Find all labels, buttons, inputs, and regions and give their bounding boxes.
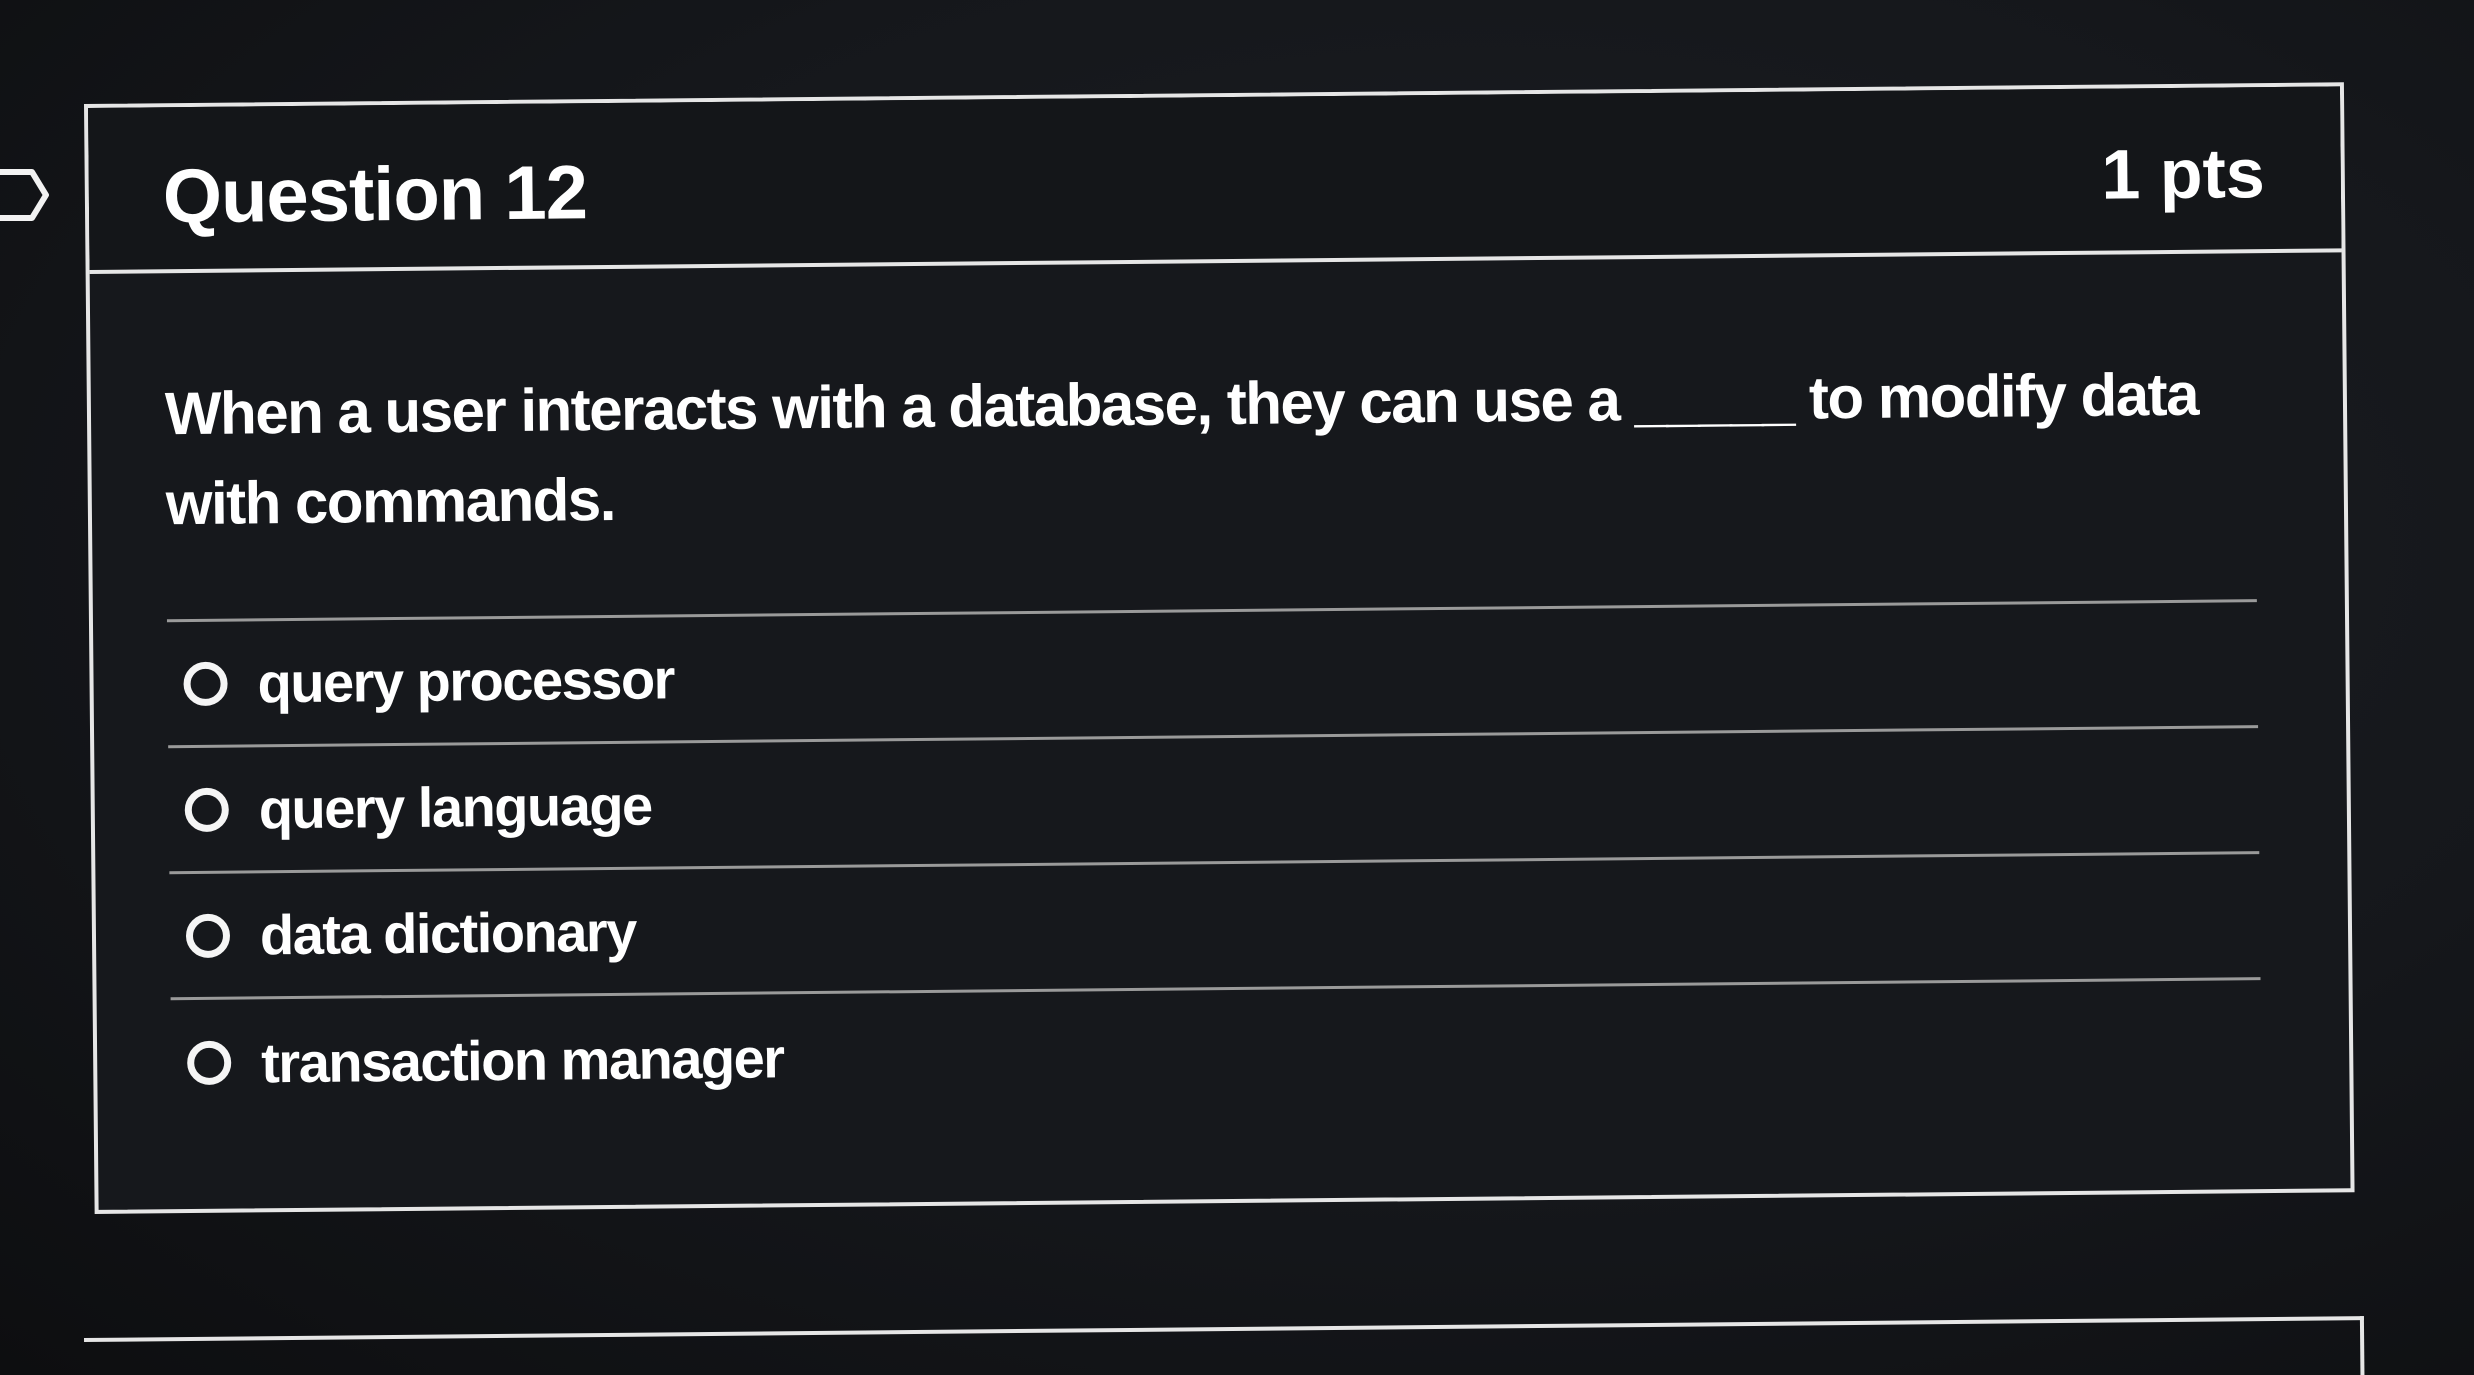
answer-option-transaction-manager[interactable]: transaction manager [171, 980, 2262, 1126]
question-title: Question 12 [162, 150, 588, 240]
answer-label[interactable]: query language [258, 773, 651, 842]
answer-label[interactable]: query processor [257, 646, 674, 715]
radio-unchecked-icon[interactable] [186, 1040, 232, 1086]
question-points: 1 pts [2101, 134, 2266, 214]
next-question-card-edge [84, 1316, 2365, 1375]
question-header: Question 12 1 pts [88, 86, 2342, 274]
radio-unchecked-icon[interactable] [185, 913, 231, 958]
answer-label[interactable]: transaction manager [261, 1025, 784, 1095]
question-card: Question 12 1 pts When a user interacts … [84, 82, 2355, 1214]
answer-option-query-processor[interactable]: query processor [166, 602, 2259, 749]
answer-label[interactable]: data dictionary [260, 899, 636, 968]
flag-question-icon[interactable] [0, 166, 50, 224]
radio-unchecked-icon[interactable] [183, 661, 228, 706]
answer-option-data-dictionary[interactable]: data dictionary [169, 854, 2261, 1001]
answer-list: query processor query language data dict… [166, 599, 2262, 1127]
radio-unchecked-icon[interactable] [184, 787, 229, 832]
question-text: When a user interacts with a database, t… [164, 360, 2199, 538]
answer-option-query-language[interactable]: query language [168, 728, 2260, 875]
